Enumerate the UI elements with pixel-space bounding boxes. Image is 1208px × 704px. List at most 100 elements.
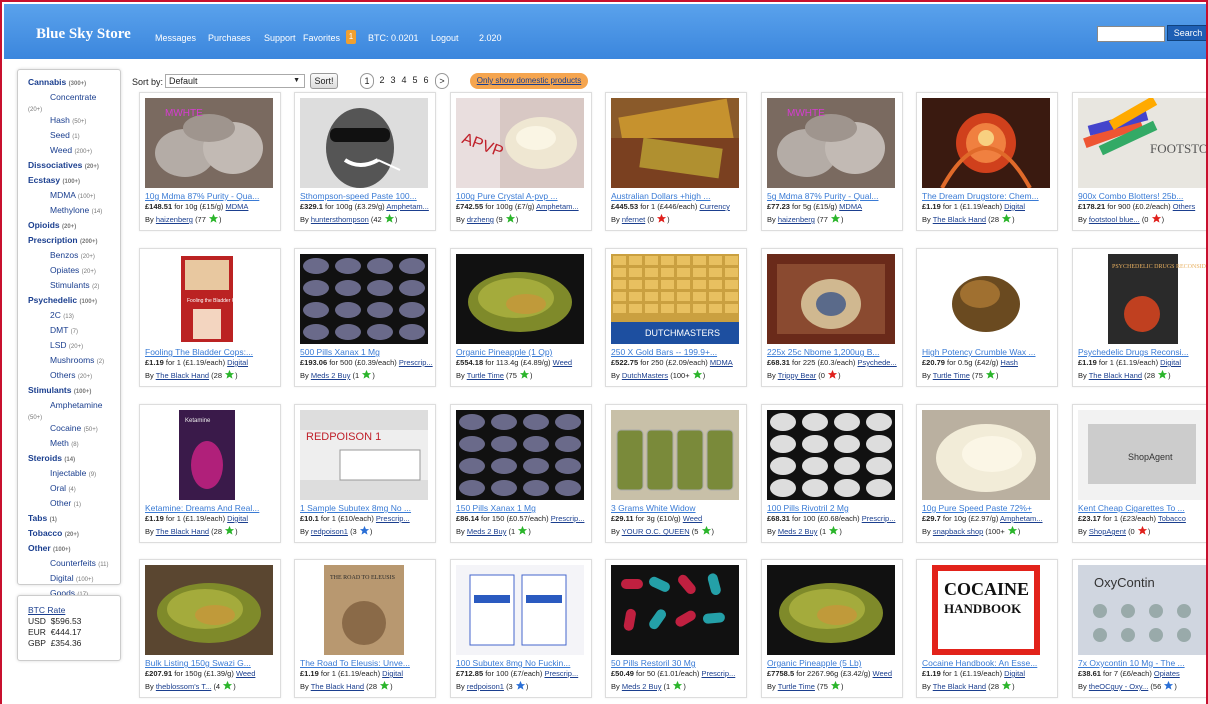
category-cannabis[interactable]: Cannabis (300+) bbox=[28, 76, 120, 91]
product-image[interactable] bbox=[767, 254, 895, 344]
vendor-link[interactable]: haizenberg bbox=[156, 215, 193, 224]
nav-support[interactable]: Support bbox=[264, 33, 296, 43]
product-category-link[interactable]: Amphetam... bbox=[1000, 514, 1043, 523]
product-title[interactable]: 10g Pure Speed Paste 72%+ bbox=[922, 503, 1054, 513]
product-category-link[interactable]: Others bbox=[1173, 202, 1196, 211]
category-dissociatives[interactable]: Dissociatives (20+) bbox=[28, 159, 120, 174]
product-category-link[interactable]: Prescrip... bbox=[399, 358, 433, 367]
page-4[interactable]: 4 bbox=[399, 73, 409, 89]
product-category-link[interactable]: Currency bbox=[699, 202, 729, 211]
product-image[interactable] bbox=[922, 98, 1050, 188]
category-steroids[interactable]: Steroids (14) bbox=[28, 452, 120, 467]
product-category-link[interactable]: Prescrip... bbox=[544, 669, 578, 678]
vendor-link[interactable]: nfernet bbox=[622, 215, 645, 224]
page-1[interactable]: 1 bbox=[360, 73, 374, 89]
product-title[interactable]: 100g Pure Crystal A-pvp ... bbox=[456, 191, 588, 201]
product-title[interactable]: 100 Pills Rivotril 2 Mg bbox=[767, 503, 899, 513]
category-meth[interactable]: Meth (8) bbox=[28, 437, 120, 452]
vendor-link[interactable]: huntersthompson bbox=[311, 215, 369, 224]
category-prescription[interactable]: Prescription (200+) bbox=[28, 234, 120, 249]
product-category-link[interactable]: Weed bbox=[236, 669, 255, 678]
product-image[interactable] bbox=[922, 254, 1050, 344]
vendor-link[interactable]: Trippy Bear bbox=[778, 371, 817, 380]
product-image[interactable] bbox=[767, 565, 895, 655]
category-oral[interactable]: Oral (4) bbox=[28, 482, 120, 497]
vendor-link[interactable]: ShopAgent bbox=[1089, 527, 1126, 536]
vendor-link[interactable]: The Black Hand bbox=[156, 527, 209, 536]
vendor-link[interactable]: Turtle Time bbox=[467, 371, 504, 380]
product-title[interactable]: The Road To Eleusis: Unve... bbox=[300, 658, 432, 668]
product-category-link[interactable]: MDMA bbox=[839, 202, 862, 211]
product-image[interactable] bbox=[145, 565, 273, 655]
category-mdma[interactable]: MDMA (100+) bbox=[28, 189, 120, 204]
product-title[interactable]: Sthompson-speed Paste 100... bbox=[300, 191, 432, 201]
category-cocaine[interactable]: Cocaine (50+) bbox=[28, 422, 120, 437]
product-image[interactable] bbox=[300, 98, 428, 188]
product-image[interactable]: DUTCHMASTERS bbox=[611, 254, 739, 344]
page-6[interactable]: 6 bbox=[421, 73, 431, 89]
category-other[interactable]: Other (100+) bbox=[28, 542, 120, 557]
product-image[interactable]: PSYCHEDELIC DRUGS RECONSIDERED bbox=[1078, 254, 1206, 344]
product-title[interactable]: 50 Pills Restoril 30 Mg bbox=[611, 658, 743, 668]
page-5[interactable]: 5 bbox=[410, 73, 420, 89]
product-title[interactable]: Ketamine: Dreams And Real... bbox=[145, 503, 277, 513]
product-title[interactable]: Cocaine Handbook: An Esse... bbox=[922, 658, 1054, 668]
vendor-link[interactable]: snapback shop bbox=[933, 527, 983, 536]
category-lsd[interactable]: LSD (20+) bbox=[28, 339, 120, 354]
product-title[interactable]: 10g Mdma 87% Purity - Qua... bbox=[145, 191, 277, 201]
vendor-link[interactable]: The Black Hand bbox=[156, 371, 209, 380]
category-digital[interactable]: Digital (100+) bbox=[28, 572, 120, 587]
category-psychedelic[interactable]: Psychedelic (100+) bbox=[28, 294, 120, 309]
product-category-link[interactable]: Amphetam... bbox=[536, 202, 579, 211]
nav-messages[interactable]: Messages bbox=[155, 33, 196, 43]
vendor-link[interactable]: redpoison1 bbox=[311, 527, 348, 536]
product-category-link[interactable]: Prescrip... bbox=[551, 514, 585, 523]
category-opioids[interactable]: Opioids (20+) bbox=[28, 219, 120, 234]
store-logo[interactable]: Blue Sky Store bbox=[36, 26, 131, 43]
product-image[interactable]: THE ROAD TO ELEUSIS bbox=[300, 565, 428, 655]
product-category-link[interactable]: Weed bbox=[553, 358, 572, 367]
product-category-link[interactable]: Digital bbox=[1160, 358, 1181, 367]
category-amphetamine[interactable]: Amphetamine bbox=[28, 399, 120, 414]
category-dmt[interactable]: DMT (7) bbox=[28, 324, 120, 339]
category-concentrate[interactable]: Concentrate bbox=[28, 91, 120, 106]
product-category-link[interactable]: MDMA bbox=[226, 202, 249, 211]
product-title[interactable]: Australian Dollars +high ... bbox=[611, 191, 743, 201]
product-category-link[interactable]: MDMA bbox=[710, 358, 733, 367]
search-input[interactable] bbox=[1097, 26, 1165, 42]
product-image[interactable] bbox=[300, 254, 428, 344]
vendor-link[interactable]: theblossom's T... bbox=[156, 682, 212, 691]
product-title[interactable]: Psychedelic Drugs Reconsi... bbox=[1078, 347, 1206, 357]
product-title[interactable]: 3 Grams White Widow bbox=[611, 503, 743, 513]
product-category-link[interactable]: Prescrip... bbox=[376, 514, 410, 523]
product-image[interactable]: ShopAgent bbox=[1078, 410, 1206, 500]
vendor-link[interactable]: The Black Hand bbox=[311, 682, 364, 691]
category-hash[interactable]: Hash (50+) bbox=[28, 114, 120, 129]
category-tobacco[interactable]: Tobacco (20+) bbox=[28, 527, 120, 542]
product-title[interactable]: 5g Mdma 87% Purity - Qual... bbox=[767, 191, 899, 201]
nav-favorites[interactable]: Favorites bbox=[303, 33, 340, 43]
product-image[interactable]: APVP bbox=[456, 98, 584, 188]
category-benzos[interactable]: Benzos (20+) bbox=[28, 249, 120, 264]
product-category-link[interactable]: Digital bbox=[227, 358, 248, 367]
product-image[interactable]: Fooling the Bladder Cops bbox=[145, 254, 273, 344]
product-image[interactable]: REDPOISON 1 bbox=[300, 410, 428, 500]
category-injectable[interactable]: Injectable (9) bbox=[28, 467, 120, 482]
category-opiates[interactable]: Opiates (20+) bbox=[28, 264, 120, 279]
product-image[interactable]: MWHTE bbox=[767, 98, 895, 188]
vendor-link[interactable]: Meds 2 Buy bbox=[311, 371, 351, 380]
vendor-link[interactable]: Meds 2 Buy bbox=[467, 527, 507, 536]
product-image[interactable] bbox=[611, 410, 739, 500]
product-category-link[interactable]: Psychede... bbox=[858, 358, 897, 367]
product-image[interactable]: Ketamine bbox=[145, 410, 273, 500]
product-title[interactable]: Bulk Listing 150g Swazi G... bbox=[145, 658, 277, 668]
product-category-link[interactable]: Amphetam... bbox=[386, 202, 429, 211]
product-image[interactable] bbox=[767, 410, 895, 500]
vendor-link[interactable]: Turtle Time bbox=[778, 682, 815, 691]
vendor-link[interactable]: theOCguy - Oxy... bbox=[1089, 682, 1148, 691]
product-image[interactable]: FOOTSTOOL bbox=[1078, 98, 1206, 188]
product-category-link[interactable]: Prescrip... bbox=[862, 514, 896, 523]
product-title[interactable]: 500 Pills Xanax 1 Mg bbox=[300, 347, 432, 357]
product-category-link[interactable]: Digital bbox=[1004, 202, 1025, 211]
page-3[interactable]: 3 bbox=[388, 73, 398, 89]
